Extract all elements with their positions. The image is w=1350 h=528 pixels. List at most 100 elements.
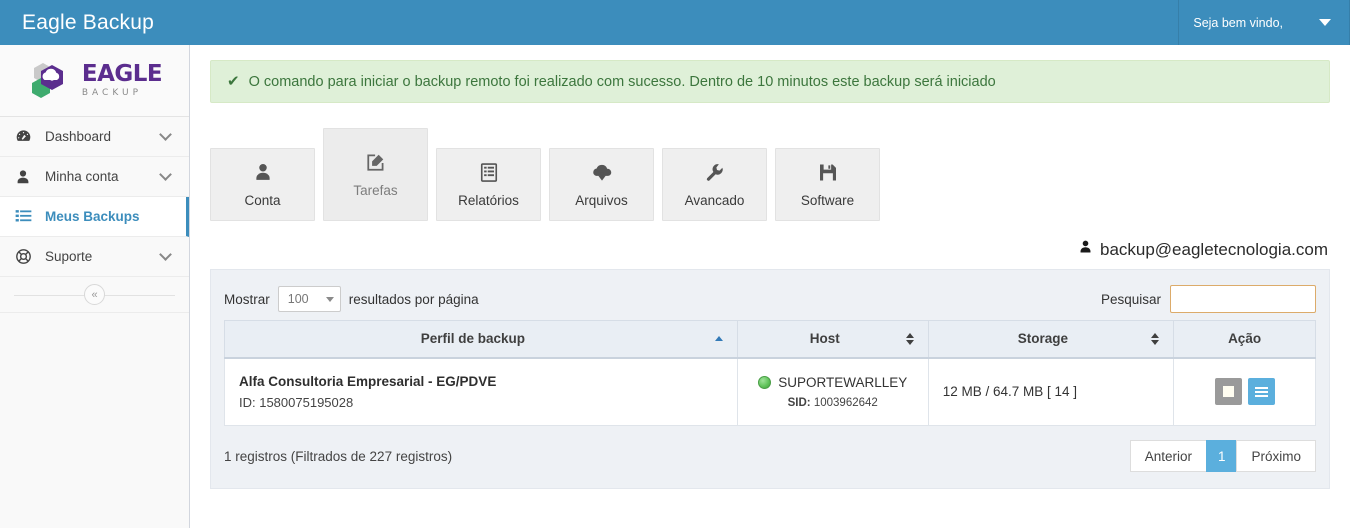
stop-square-icon (1222, 386, 1234, 398)
search-label: Pesquisar (1100, 291, 1161, 307)
table-header-row: Perfil de backup Host Storage Ação (224, 320, 1316, 359)
sidebar-item-suporte[interactable]: Suporte (0, 237, 189, 277)
show-label: Mostrar (224, 291, 270, 307)
user-icon (1078, 239, 1093, 260)
tab-arquivos[interactable]: Arquivos (549, 148, 654, 221)
sidebar-item-label: Minha conta (45, 169, 119, 184)
search-input[interactable] (1170, 285, 1316, 313)
check-icon: ✔ (227, 73, 240, 90)
column-label: Storage (1017, 331, 1069, 347)
sidebar-logo[interactable]: EAGLE BACKUP (0, 45, 189, 117)
user-icon (13, 169, 33, 185)
chevron-down-icon (159, 248, 172, 261)
main-content: ✔ O comando para iniciar o backup remoto… (190, 45, 1350, 528)
sidebar-item-minha-conta[interactable]: Minha conta (0, 157, 189, 197)
tab-avancado[interactable]: Avancado (662, 148, 767, 221)
top-header-bar: Eagle Backup Seja bem vindo, (0, 0, 1350, 45)
dashboard-icon (13, 128, 33, 145)
per-page-label: resultados por página (348, 291, 479, 307)
cell-host: SUPORTEWARLLEY SID: 1003962642 (736, 357, 929, 426)
column-label: Perfil de backup (420, 331, 526, 347)
floppy-save-icon (818, 162, 838, 184)
tab-tarefas[interactable]: Tarefas (323, 128, 428, 221)
host-sid-value: 1003962642 (813, 396, 878, 409)
storage-value: 12 MB / 64.7 MB [ 14 ] (942, 384, 1078, 400)
pagination-next[interactable]: Próximo (1236, 440, 1316, 472)
stop-button[interactable] (1214, 378, 1242, 406)
table-controls: Mostrar 100 resultados por página Pesqui… (224, 282, 1316, 316)
account-email-line: backup@eagletecnologia.com (210, 239, 1330, 260)
column-header-acao[interactable]: Ação (1173, 320, 1316, 359)
eagle-logo-icon (31, 62, 63, 98)
report-list-icon (479, 162, 499, 184)
app-title: Eagle Backup (22, 10, 154, 34)
cell-storage: 12 MB / 64.7 MB [ 14 ] (927, 357, 1175, 426)
host-name: SUPORTEWARLLEY (778, 374, 908, 390)
column-header-storage[interactable]: Storage (927, 320, 1175, 359)
page-size-group: Mostrar 100 resultados por página (224, 286, 479, 312)
list-icon (13, 208, 33, 225)
pagination: Anterior 1 Próximo (1129, 440, 1316, 472)
lifebuoy-icon (13, 248, 33, 265)
pagination-page-1[interactable]: 1 (1205, 440, 1238, 472)
pagination-previous[interactable]: Anterior (1129, 440, 1207, 472)
success-alert: ✔ O comando para iniciar o backup remoto… (210, 60, 1330, 103)
profile-id: ID: 1580075195028 (239, 394, 354, 410)
person-icon (253, 162, 273, 184)
cell-perfil: Alfa Consultoria Empresarial - EG/PDVE I… (224, 357, 738, 426)
column-header-host[interactable]: Host (736, 320, 929, 359)
tab-bar: Conta Tarefas Relatórios Arquivos Avanca… (210, 121, 1330, 221)
status-online-icon (758, 375, 772, 389)
table-row[interactable]: Alfa Consultoria Empresarial - EG/PDVE I… (224, 357, 1316, 426)
chevron-down-icon (325, 296, 334, 302)
records-info: 1 registros (Filtrados de 227 registros) (224, 448, 453, 464)
column-header-perfil[interactable]: Perfil de backup (224, 320, 738, 359)
page-size-select[interactable]: 100 (277, 286, 341, 312)
column-label: Host (809, 331, 840, 347)
logo-secondary-text: BACKUP (81, 88, 142, 98)
chevron-down-icon (159, 168, 172, 181)
sort-asc-icon (714, 336, 723, 342)
tab-label: Tarefas (353, 182, 398, 198)
sidebar-item-label: Meus Backups (45, 209, 140, 224)
page-size-value: 100 (287, 292, 309, 306)
collapse-sidebar-button[interactable]: « (84, 284, 105, 305)
sort-icon (1151, 332, 1160, 345)
column-label: Ação (1228, 331, 1262, 347)
user-welcome-label: Seja bem vindo, (1193, 15, 1283, 30)
table-header: Perfil de backup Host Storage Ação (224, 320, 1316, 359)
sidebar-item-dashboard[interactable]: Dashboard (0, 117, 189, 157)
chevron-down-icon (1319, 19, 1331, 26)
edit-square-icon (365, 152, 386, 174)
hamburger-menu-icon (1254, 386, 1268, 397)
sidebar-collapse-row: « (0, 277, 189, 313)
search-group: Pesquisar (1101, 285, 1316, 313)
sidebar-item-label: Suporte (45, 249, 93, 264)
account-email: backup@eagletecnologia.com (1099, 239, 1328, 259)
tab-label: Software (800, 192, 855, 208)
sidebar: EAGLE BACKUP Dashboard Minha conta Meus … (0, 45, 190, 528)
tab-software[interactable]: Software (775, 148, 880, 221)
tab-label: Avancado (684, 192, 745, 208)
success-alert-message: O comando para iniciar o backup remoto f… (248, 73, 996, 90)
chevron-down-icon (159, 128, 172, 141)
profile-name: Alfa Consultoria Empresarial - EG/PDVE (239, 373, 497, 389)
tab-label: Relatórios (458, 192, 519, 208)
user-menu-dropdown[interactable]: Seja bem vindo, (1178, 0, 1350, 45)
host-sid: SID: 1003962642 (752, 397, 914, 409)
sidebar-item-meus-backups[interactable]: Meus Backups (0, 197, 189, 237)
menu-button[interactable] (1247, 378, 1275, 406)
table-body: Alfa Consultoria Empresarial - EG/PDVE I… (224, 357, 1316, 426)
wrench-icon (705, 162, 725, 184)
logo-primary-text: EAGLE (81, 61, 163, 87)
cloud-download-icon (591, 162, 613, 184)
cell-acao (1173, 357, 1316, 426)
backups-table: Perfil de backup Host Storage Ação Alfa … (224, 320, 1316, 426)
sort-icon (905, 332, 914, 345)
tab-label: Conta (244, 192, 281, 208)
sidebar-item-label: Dashboard (45, 129, 112, 144)
tab-conta[interactable]: Conta (210, 148, 315, 221)
tab-relatorios[interactable]: Relatórios (436, 148, 541, 221)
host-sid-label: SID: (787, 396, 811, 409)
table-footer: 1 registros (Filtrados de 227 registros)… (224, 440, 1316, 474)
